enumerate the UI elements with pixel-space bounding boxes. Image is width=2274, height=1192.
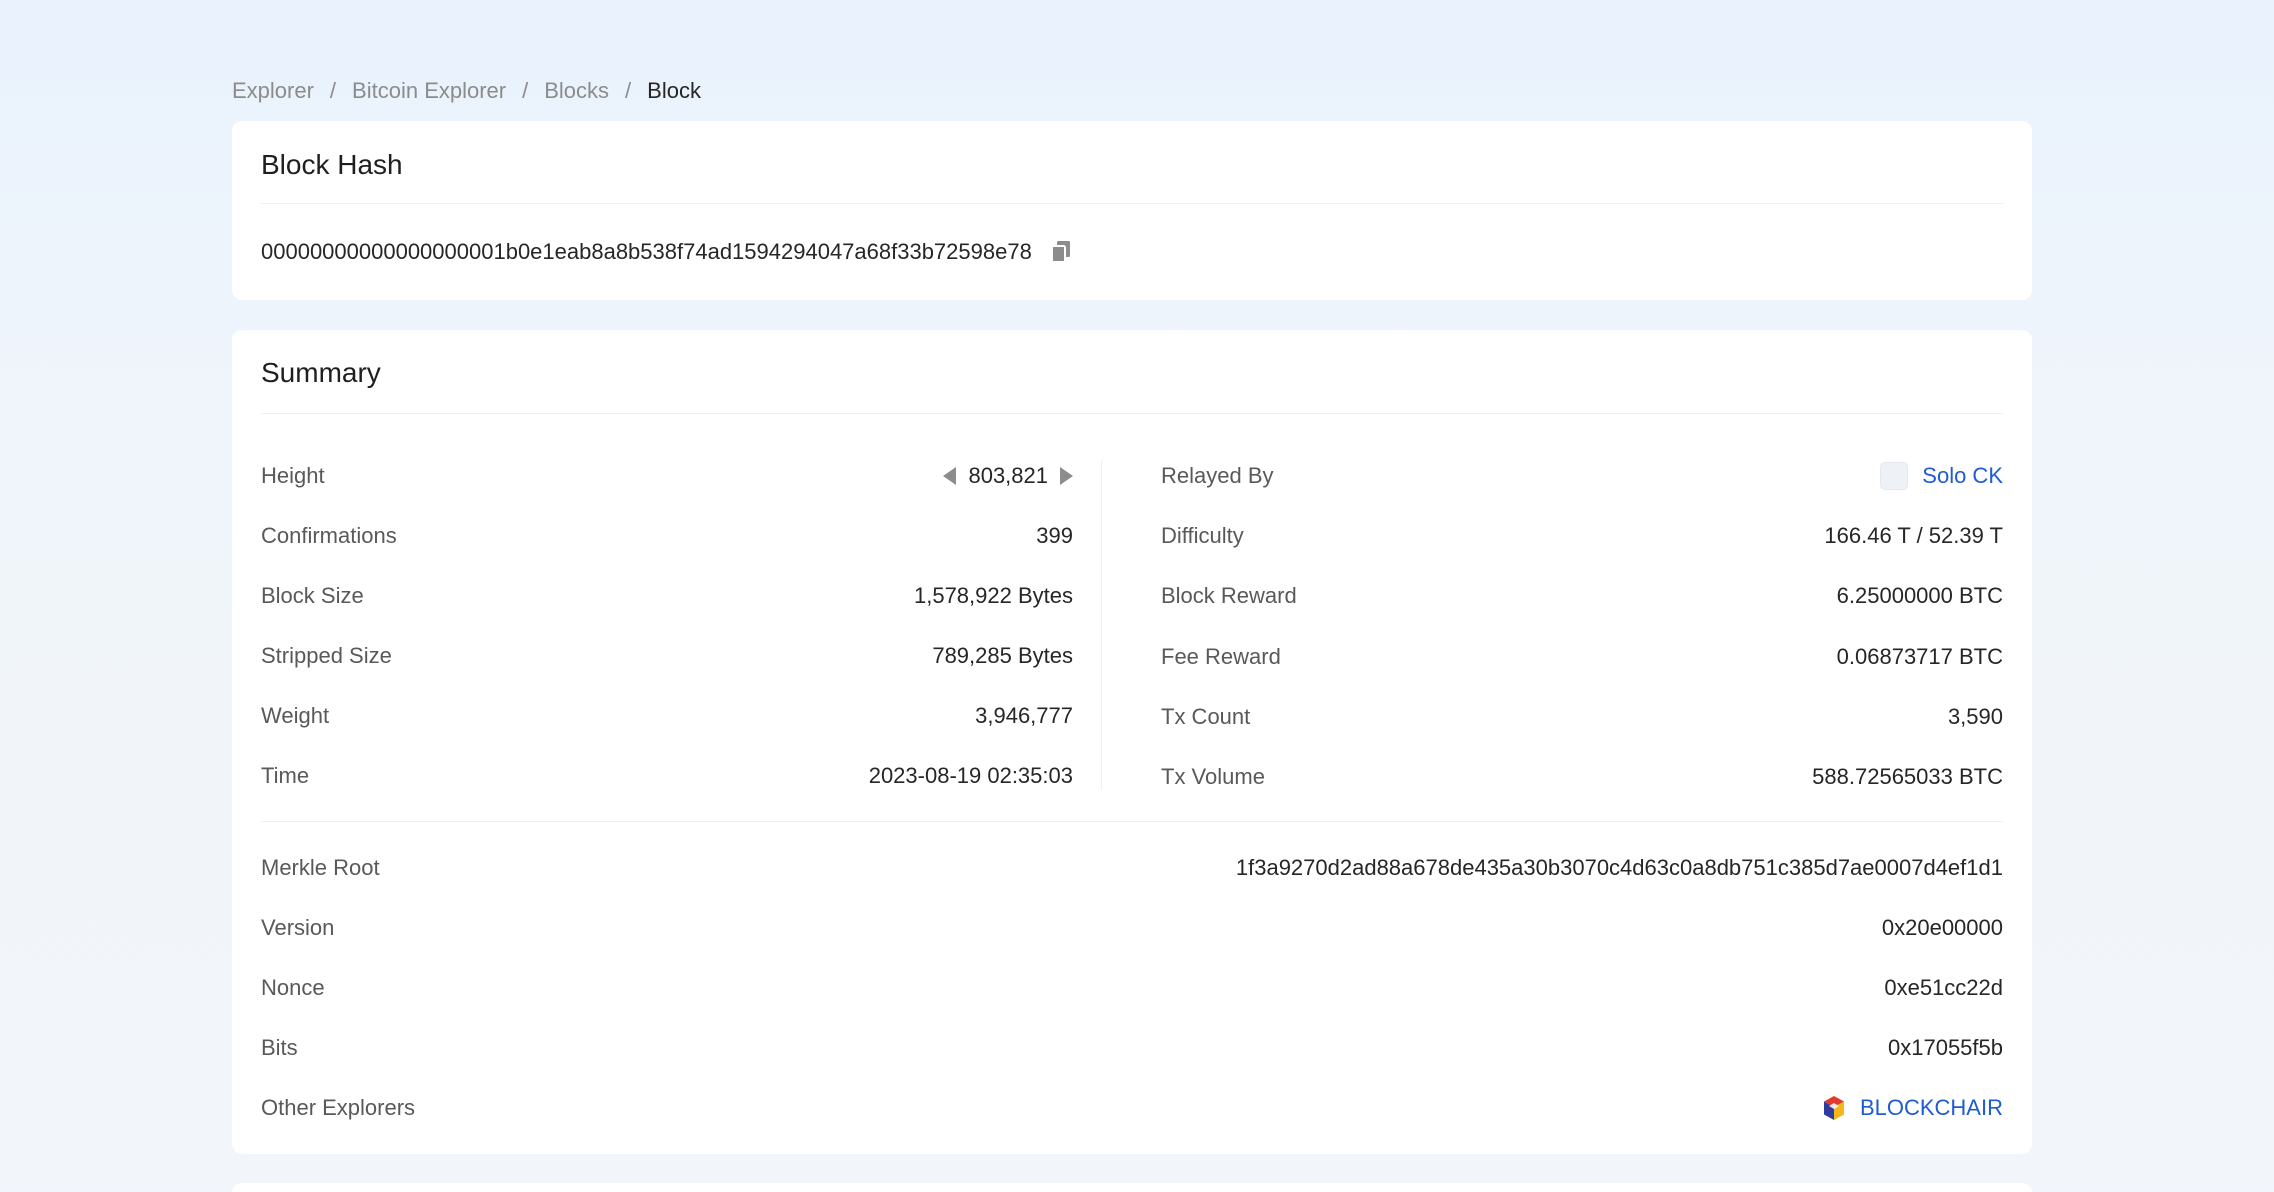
fee-reward-value: 0.06873717 BTC	[1836, 643, 2003, 669]
summary-grid: Height 803,821 Confirmations 399 Block S…	[261, 414, 2003, 822]
time-value: 2023-08-19 02:35:03	[868, 763, 1073, 788]
summary-row-tx-volume: Tx Volume 588.72565033 BTC	[1161, 747, 2003, 807]
summary-row-time: Time 2023-08-19 02:35:03	[261, 746, 1073, 806]
breadcrumb: Explorer / Bitcoin Explorer / Blocks / B…	[232, 78, 701, 104]
summary-row-difficulty: Difficulty 166.46 T / 52.39 T	[1161, 506, 2003, 566]
nonce-value: 0xe51cc22d	[1884, 975, 2003, 1000]
other-explorers-value-group: BLOCKCHAIR	[1822, 1095, 2003, 1121]
confirmations-value: 399	[1036, 523, 1073, 548]
stripped-size-label: Stripped Size	[261, 643, 392, 668]
weight-label: Weight	[261, 703, 330, 728]
blockchair-link[interactable]: BLOCKCHAIR	[1860, 1095, 2003, 1121]
tx-volume-value: 588.72565033 BTC	[1812, 764, 2003, 790]
block-hash-card: Block Hash 00000000000000000001b0e1eab8a…	[232, 121, 2032, 300]
bits-value: 0x17055f5b	[1888, 1035, 2003, 1060]
summary-row-tx-count: Tx Count 3,590	[1161, 687, 2003, 747]
breadcrumb-separator: /	[625, 78, 632, 103]
fee-reward-label: Fee Reward	[1161, 643, 1281, 669]
summary-row-stripped-size: Stripped Size 789,285 Bytes	[261, 626, 1073, 686]
breadcrumb-separator: /	[522, 78, 529, 103]
tx-volume-label: Tx Volume	[1161, 764, 1265, 790]
tx-count-label: Tx Count	[1161, 703, 1251, 729]
relayed-by-value-group: Solo CK	[1880, 462, 2003, 491]
summary-row-relayed-by: Relayed By Solo CK	[1161, 446, 2003, 506]
weight-value: 3,946,777	[975, 703, 1073, 728]
summary-row-height: Height 803,821	[261, 446, 1073, 506]
merkle-root-label: Merkle Root	[261, 855, 380, 880]
summary-right-column: Relayed By Solo CK Difficulty 166.46 T /…	[1161, 446, 2003, 807]
merkle-root-value: 1f3a9270d2ad88a678de435a30b3070c4d63c0a8…	[1235, 855, 2003, 880]
height-value-group: 803,821	[943, 463, 1073, 489]
detail-row-nonce: Nonce 0xe51cc22d	[261, 958, 2003, 1018]
tx-count-value: 3,590	[1947, 703, 2003, 729]
copy-icon[interactable]	[1050, 240, 1072, 264]
block-details: Merkle Root 1f3a9270d2ad88a678de435a30b3…	[261, 838, 2003, 1138]
difficulty-value: 166.46 T / 52.39 T	[1824, 523, 2003, 549]
detail-row-merkle-root: Merkle Root 1f3a9270d2ad88a678de435a30b3…	[261, 838, 2003, 898]
version-label: Version	[261, 915, 335, 940]
next-card	[232, 1183, 2032, 1192]
block-size-value: 1,578,922 Bytes	[913, 583, 1073, 608]
difficulty-label: Difficulty	[1161, 523, 1244, 549]
other-explorers-label: Other Explorers	[261, 1095, 416, 1120]
next-block-arrow-icon[interactable]	[1060, 467, 1073, 485]
block-reward-label: Block Reward	[1161, 583, 1297, 609]
breadcrumb-separator: /	[329, 78, 337, 103]
summary-left-column: Height 803,821 Confirmations 399 Block S…	[261, 446, 1073, 806]
confirmations-label: Confirmations	[261, 523, 397, 548]
nonce-label: Nonce	[261, 975, 325, 1000]
block-hash-value: 00000000000000000001b0e1eab8a8b538f74ad1…	[261, 239, 1032, 264]
summary-row-confirmations: Confirmations 399	[261, 506, 1073, 566]
relayed-by-label: Relayed By	[1161, 463, 1274, 489]
breadcrumb-blocks[interactable]: Blocks	[544, 78, 609, 104]
relayed-by-link[interactable]: Solo CK	[1922, 463, 2003, 489]
time-label: Time	[261, 763, 310, 788]
breadcrumb-bitcoin-explorer[interactable]: Bitcoin Explorer	[352, 78, 506, 104]
summary-row-weight: Weight 3,946,777	[261, 686, 1073, 746]
mining-pool-icon	[1880, 462, 1909, 491]
summary-row-block-size: Block Size 1,578,922 Bytes	[261, 566, 1073, 626]
previous-block-arrow-icon[interactable]	[943, 467, 957, 485]
breadcrumb-explorer[interactable]: Explorer	[232, 78, 314, 104]
height-value: 803,821	[968, 463, 1048, 488]
detail-row-version: Version 0x20e00000	[261, 898, 2003, 958]
detail-row-bits: Bits 0x17055f5b	[261, 1018, 2003, 1078]
bits-label: Bits	[261, 1035, 298, 1060]
summary-row-fee-reward: Fee Reward 0.06873717 BTC	[1161, 627, 2003, 687]
blockchair-logo-icon	[1822, 1095, 1846, 1121]
block-size-label: Block Size	[261, 583, 364, 608]
height-label: Height	[261, 463, 325, 488]
summary-card: Summary Height 803,821 Confirmations 399…	[232, 330, 2032, 1154]
version-value: 0x20e00000	[1881, 915, 2003, 940]
summary-title: Summary	[261, 330, 2003, 414]
column-divider	[1101, 460, 1102, 790]
summary-row-block-reward: Block Reward 6.25000000 BTC	[1161, 566, 2003, 626]
block-hash-title: Block Hash	[261, 121, 2003, 204]
detail-row-other-explorers: Other Explorers BLOCKCHAIR	[261, 1078, 2003, 1138]
stripped-size-value: 789,285 Bytes	[932, 643, 1073, 668]
breadcrumb-current: Block	[647, 78, 701, 103]
block-hash-row: 00000000000000000001b0e1eab8a8b538f74ad1…	[261, 239, 1072, 265]
block-reward-value: 6.25000000 BTC	[1836, 583, 2003, 609]
